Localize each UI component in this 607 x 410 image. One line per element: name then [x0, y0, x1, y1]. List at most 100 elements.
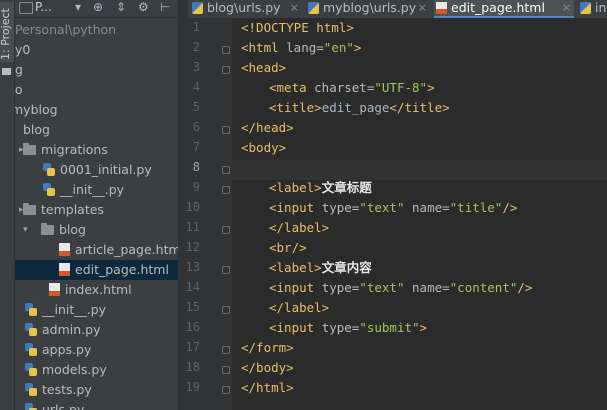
line-number: 11	[185, 220, 200, 234]
code-editor[interactable]: <!DOCTYPE html> <html lang="en"> <head> <me…	[232, 18, 607, 410]
close-icon[interactable]: ×	[562, 0, 571, 16]
code-token: 文章内容	[321, 260, 372, 275]
project-root-path[interactable]: Personal\python	[15, 20, 178, 40]
folder-item[interactable]: myblog	[15, 100, 178, 120]
tree-item-label: blog	[23, 122, 50, 137]
file-item[interactable]: 0001_initial.py	[15, 160, 178, 180]
folder-icon	[41, 223, 54, 235]
fold-marker-icon[interactable]	[222, 66, 230, 74]
line-number: 9	[192, 180, 200, 194]
code-token: </body>	[241, 360, 294, 375]
python-file-icon	[192, 2, 203, 14]
tree-item-label: y0	[15, 42, 31, 57]
close-icon[interactable]: ×	[290, 0, 299, 16]
code-token: "text"	[359, 280, 413, 295]
tree-item-label: migrations	[41, 142, 108, 157]
tree-item-label: apps.py	[42, 342, 92, 357]
line-number: 12	[185, 240, 200, 254]
file-item[interactable]: __init__.py	[15, 300, 178, 320]
collapse-icon[interactable]: ⇕	[116, 0, 126, 14]
tree-item-label: urls.py	[42, 402, 85, 410]
target-icon[interactable]: ⊕	[93, 0, 103, 14]
code-token: "text"	[359, 200, 413, 215]
code-token: name=	[412, 280, 450, 295]
code-line: <input type="text" name="content"/>	[269, 278, 532, 298]
python-file-icon	[25, 303, 37, 316]
code-line: </body>	[241, 358, 294, 378]
project-tool-button[interactable]: 1: Project	[0, 2, 14, 62]
code-token: <input	[269, 200, 322, 215]
code-token: <br/>	[269, 240, 307, 255]
folder-item[interactable]: g	[15, 60, 178, 80]
file-item[interactable]: apps.py	[15, 340, 178, 360]
code-token: "UTF-8"	[374, 80, 428, 95]
tree-item-label: edit_page.html	[75, 262, 169, 277]
gear-icon[interactable]: ⚙	[138, 0, 149, 14]
fold-marker-icon[interactable]	[222, 306, 230, 314]
editor-tab-bar: blog\urls.py × myblog\urls.py × edit_page.ht…	[178, 0, 607, 19]
code-line: <label>文章内容	[269, 258, 372, 278]
fold-marker-icon[interactable]	[222, 366, 230, 374]
fold-marker-icon[interactable]	[222, 386, 230, 394]
file-item[interactable]: admin.py	[15, 320, 178, 340]
editor-tab[interactable]: edit_page.html ×	[434, 0, 574, 18]
fold-marker-icon[interactable]	[222, 46, 230, 54]
folder-item[interactable]: ▸ migrations	[15, 140, 178, 160]
editor-tab[interactable]: myblog\urls.py ×	[306, 0, 430, 18]
line-number-gutter: 1 2 3 4 5 6 7 8 9 10 11 12 13 14 15 16 17 18 19	[186, 18, 232, 410]
fold-marker-icon[interactable]	[222, 166, 230, 174]
code-token: type=	[321, 320, 360, 335]
file-item[interactable]: index.html	[15, 280, 178, 300]
fold-marker-icon[interactable]	[222, 226, 230, 234]
code-line: </head>	[241, 118, 294, 138]
folder-item[interactable]: go	[15, 80, 178, 100]
close-icon[interactable]: ×	[418, 0, 427, 16]
line-number: 1	[192, 20, 200, 34]
file-item[interactable]: article_page.html	[15, 240, 178, 260]
html-file-icon	[49, 283, 60, 296]
chevron-down-icon[interactable]: ▾	[23, 220, 33, 240]
code-token: <title>	[269, 100, 322, 115]
fold-marker-icon[interactable]	[222, 126, 230, 134]
chevron-down-icon[interactable]: ▾	[75, 0, 81, 14]
folder-item[interactable]: y0	[15, 40, 178, 60]
code-line: </html>	[241, 378, 294, 398]
code-token: </label>	[269, 300, 330, 315]
code-token: 文章标题	[321, 180, 372, 195]
code-token: <input	[269, 320, 322, 335]
editor-tab[interactable]: in	[578, 0, 607, 18]
code-token: </head>	[241, 120, 294, 135]
code-line: <br/>	[269, 238, 307, 258]
line-number: 7	[192, 140, 200, 154]
code-line: <head>	[241, 58, 286, 78]
tree-item-label: myblog	[15, 102, 58, 117]
code-token: "en"	[323, 40, 354, 55]
folder-item[interactable]: blog	[15, 120, 178, 140]
file-item[interactable]: edit_page.html	[15, 260, 178, 280]
fold-marker-icon[interactable]	[222, 266, 230, 274]
line-number: 17	[185, 340, 200, 354]
tab-label: myblog\urls.py	[323, 0, 417, 15]
code-token: type=	[321, 280, 360, 295]
file-item[interactable]: tests.py	[15, 380, 178, 400]
line-number: 4	[192, 80, 200, 94]
python-file-icon	[43, 183, 55, 196]
folder-item[interactable]: ▸ templates	[15, 200, 178, 220]
folder-item[interactable]: ▾ blog	[15, 220, 178, 240]
structure-icon[interactable]	[2, 68, 11, 75]
file-item[interactable]: models.py	[15, 360, 178, 380]
code-token: "title"	[449, 200, 503, 215]
fold-marker-icon[interactable]	[222, 346, 230, 354]
file-item[interactable]: __init__.py	[15, 180, 178, 200]
line-number: 2	[192, 40, 200, 54]
tree-item-label: blog	[59, 222, 86, 237]
editor-tab[interactable]: blog\urls.py ×	[190, 0, 302, 18]
file-item[interactable]: urls.py	[15, 400, 178, 410]
project-view-selector[interactable]: P...	[35, 0, 52, 14]
project-view-icon	[19, 2, 33, 14]
hide-icon[interactable]: ⊢	[160, 0, 170, 14]
project-root-label: Personal\python	[15, 22, 117, 37]
tree-item-label: 0001_initial.py	[60, 162, 152, 177]
fold-marker-icon[interactable]	[222, 186, 230, 194]
python-file-icon	[25, 403, 37, 410]
